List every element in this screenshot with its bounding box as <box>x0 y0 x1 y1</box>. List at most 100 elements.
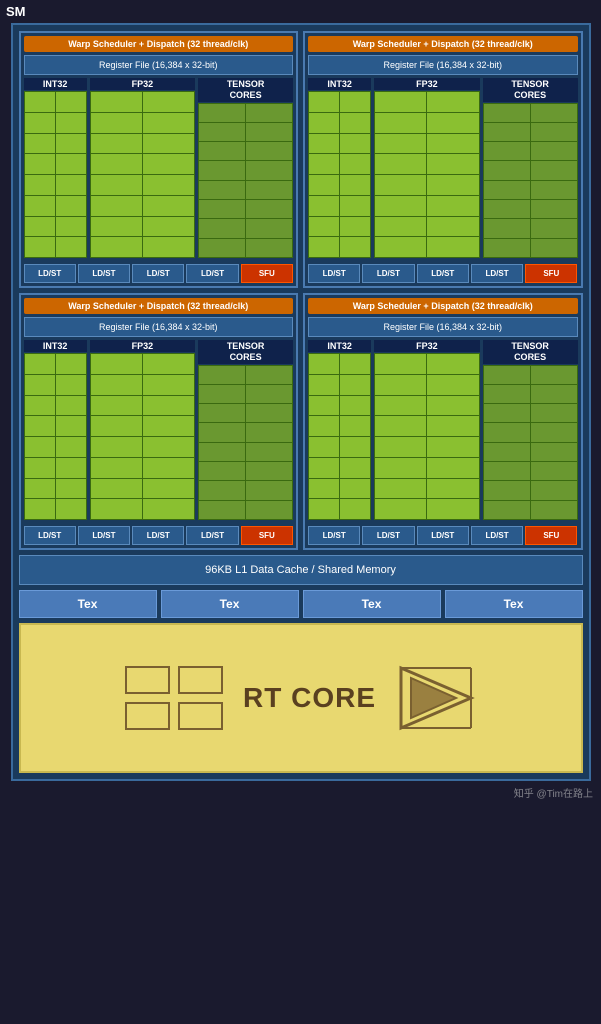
cell <box>199 443 245 461</box>
cell <box>143 479 194 499</box>
ld-st-3a: LD/ST <box>24 526 76 545</box>
cell <box>91 237 142 257</box>
cell <box>484 104 530 122</box>
cell <box>25 375 55 395</box>
cell <box>375 458 426 478</box>
cell <box>91 375 142 395</box>
register-file-3: Register File (16,384 x 32-bit) <box>24 317 294 337</box>
cell <box>309 154 339 174</box>
cell <box>340 154 370 174</box>
sm-label: SM <box>0 0 32 23</box>
ld-st-1b: LD/ST <box>78 264 130 283</box>
fp32-label-1: FP32 <box>90 78 195 90</box>
cell <box>375 237 426 257</box>
tex-button-1[interactable]: Tex <box>19 590 157 618</box>
cell <box>91 113 142 133</box>
cell <box>484 443 530 461</box>
cell <box>375 479 426 499</box>
cell <box>25 437 55 457</box>
cell <box>484 123 530 141</box>
cell <box>246 104 292 122</box>
cell <box>340 92 370 112</box>
cell <box>531 366 577 384</box>
quadrant-2: Warp Scheduler + Dispatch (32 thread/clk… <box>303 31 583 288</box>
cell <box>91 92 142 112</box>
tensor-label-2: TENSOR CORES <box>483 78 578 102</box>
watermark: 知乎 @Tim在路上 <box>506 781 601 804</box>
cell <box>25 458 55 478</box>
cell <box>143 499 194 519</box>
quadrant-4: Warp Scheduler + Dispatch (32 thread/clk… <box>303 293 583 550</box>
cell <box>143 217 194 237</box>
cell <box>199 404 245 422</box>
rt-box-2 <box>178 666 223 694</box>
cell <box>309 375 339 395</box>
cell <box>143 154 194 174</box>
ld-sfu-row-2: LD/ST LD/ST LD/ST LD/ST SFU <box>308 264 578 283</box>
cell <box>246 443 292 461</box>
cell <box>246 219 292 237</box>
cell <box>143 237 194 257</box>
ld-st-4a: LD/ST <box>308 526 360 545</box>
cell <box>246 501 292 519</box>
cell <box>56 479 86 499</box>
cell <box>25 154 55 174</box>
cell <box>56 92 86 112</box>
ld-st-3d: LD/ST <box>186 526 238 545</box>
rt-core-section: RT CORE <box>19 623 583 773</box>
cell <box>91 458 142 478</box>
rt-triangle-svg <box>396 663 476 733</box>
cell <box>246 181 292 199</box>
cell <box>91 499 142 519</box>
cell <box>246 404 292 422</box>
cell <box>531 142 577 160</box>
cell <box>375 499 426 519</box>
rt-box-row-top <box>125 666 223 694</box>
cell <box>25 499 55 519</box>
cell <box>56 113 86 133</box>
cell <box>143 134 194 154</box>
cell <box>143 175 194 195</box>
fp32-block-2: FP32 <box>374 78 479 258</box>
tensor-block-2: TENSOR CORES <box>483 78 578 258</box>
ld-st-1c: LD/ST <box>132 264 184 283</box>
cell <box>375 92 426 112</box>
ld-sfu-row-3: LD/ST LD/ST LD/ST LD/ST SFU <box>24 526 294 545</box>
cell <box>91 437 142 457</box>
fp32-block-3: FP32 <box>90 340 195 520</box>
rt-core-label: RT CORE <box>243 682 376 714</box>
cell <box>531 200 577 218</box>
tex-button-3[interactable]: Tex <box>303 590 441 618</box>
fp32-label-3: FP32 <box>90 340 195 352</box>
cell <box>340 113 370 133</box>
cores-area-4: INT32 FP32 <box>308 340 578 520</box>
cell <box>199 123 245 141</box>
ld-sfu-row-4: LD/ST LD/ST LD/ST LD/ST SFU <box>308 526 578 545</box>
cell <box>56 175 86 195</box>
cell <box>427 458 478 478</box>
cell <box>340 499 370 519</box>
cell <box>199 501 245 519</box>
cell <box>340 396 370 416</box>
int32-block-2: INT32 <box>308 78 371 258</box>
ld-st-3c: LD/ST <box>132 526 184 545</box>
cell <box>375 416 426 436</box>
l1-cache-bar: 96KB L1 Data Cache / Shared Memory <box>19 555 583 585</box>
cell <box>56 437 86 457</box>
tex-button-4[interactable]: Tex <box>445 590 583 618</box>
cell <box>309 196 339 216</box>
cell <box>340 375 370 395</box>
quadrant-3: Warp Scheduler + Dispatch (32 thread/clk… <box>19 293 299 550</box>
int32-block-3: INT32 <box>24 340 87 520</box>
fp32-label-2: FP32 <box>374 78 479 90</box>
ld-sfu-row-1: LD/ST LD/ST LD/ST LD/ST SFU <box>24 264 294 283</box>
tex-button-2[interactable]: Tex <box>161 590 299 618</box>
cell <box>143 396 194 416</box>
int32-block-4: INT32 <box>308 340 371 520</box>
cell <box>199 161 245 179</box>
cell <box>375 396 426 416</box>
register-file-2: Register File (16,384 x 32-bit) <box>308 55 578 75</box>
cell <box>484 239 530 257</box>
cell <box>91 479 142 499</box>
cell <box>199 104 245 122</box>
